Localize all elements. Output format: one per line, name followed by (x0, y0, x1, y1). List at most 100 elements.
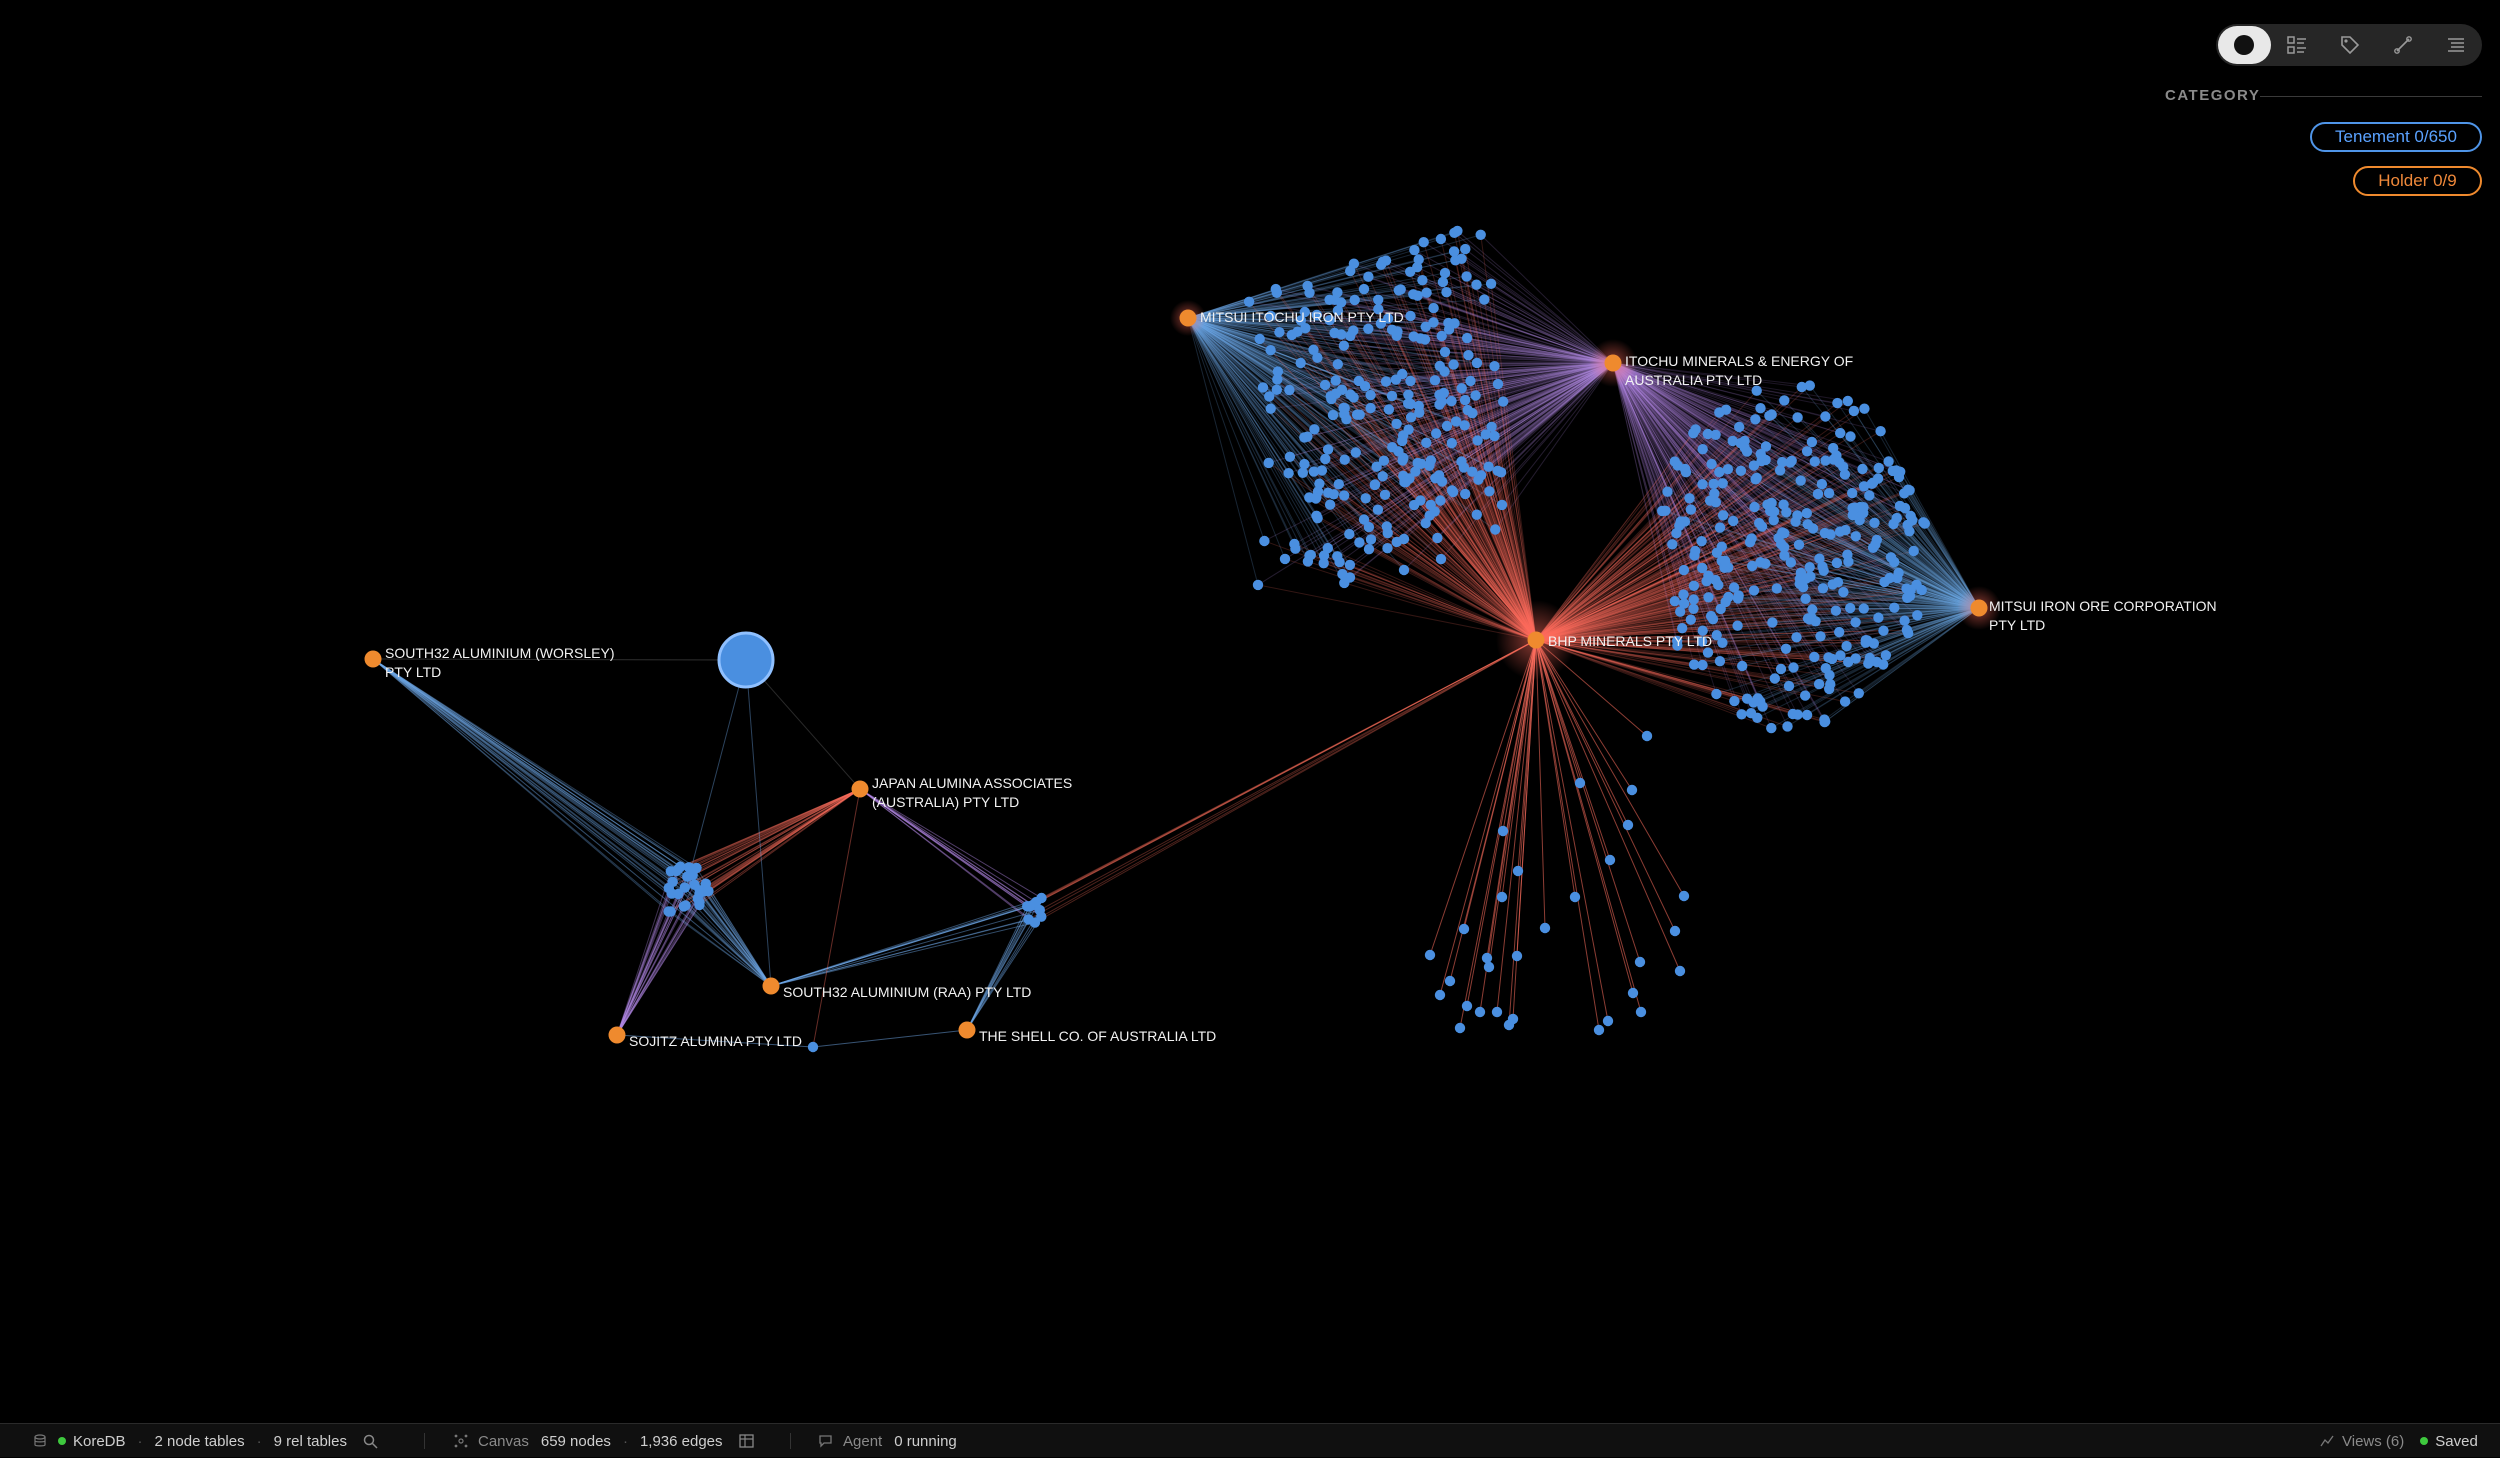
tenement-node[interactable] (1440, 347, 1450, 357)
tenement-node[interactable] (1842, 550, 1852, 560)
tenement-node[interactable] (1387, 391, 1397, 401)
graph-view-button[interactable] (2218, 26, 2271, 64)
tenement-node[interactable] (1703, 571, 1713, 581)
tenement-node[interactable] (1803, 519, 1813, 529)
tenement-node[interactable] (1417, 275, 1427, 285)
graph-canvas[interactable]: MITSUI ITOCHU IRON PTY LTDITOCHU MINERAL… (0, 0, 2500, 1420)
tenement-node[interactable] (1365, 390, 1375, 400)
tenement-node[interactable] (1636, 1007, 1646, 1017)
tenement-node[interactable] (1792, 412, 1802, 422)
search-icon[interactable] (363, 1434, 378, 1449)
tenement-node[interactable] (1504, 1020, 1514, 1030)
tenement-node[interactable] (1370, 480, 1380, 490)
tenement-node[interactable] (1329, 328, 1339, 338)
tenement-node[interactable] (1304, 550, 1314, 560)
tenement-node[interactable] (1258, 382, 1268, 392)
tenement-node[interactable] (1323, 444, 1333, 454)
tenement-node[interactable] (1287, 330, 1297, 340)
views-button[interactable]: Views (6) (2342, 1433, 2404, 1450)
tenement-node[interactable] (1339, 578, 1349, 588)
tenement-node[interactable] (1419, 237, 1429, 247)
tenement-node[interactable] (1750, 414, 1760, 424)
tenement-node[interactable] (1715, 522, 1725, 532)
tenement-node[interactable] (1470, 390, 1480, 400)
tenement-node[interactable] (1421, 322, 1431, 332)
tenement-node[interactable] (1605, 855, 1615, 865)
tenement-node[interactable] (1850, 617, 1860, 627)
tenement-node[interactable] (1391, 419, 1401, 429)
tenement-node[interactable] (1479, 294, 1489, 304)
holder-filter-pill[interactable]: Holder 0/9 (2353, 166, 2482, 196)
tenement-node[interactable] (1713, 580, 1723, 590)
tenement-node[interactable] (1460, 244, 1470, 254)
table-view-button[interactable] (2271, 24, 2324, 66)
tenement-node[interactable] (1714, 407, 1724, 417)
tag-button[interactable] (2324, 24, 2377, 66)
tenement-node[interactable] (1667, 539, 1677, 549)
tenement-node[interactable] (1854, 688, 1864, 698)
tenement-node[interactable] (1670, 596, 1680, 606)
tenement-node[interactable] (1332, 287, 1342, 297)
tenement-node[interactable] (1736, 466, 1746, 476)
holder-node[interactable] (1971, 600, 1988, 617)
tenement-node[interactable] (1399, 477, 1409, 487)
tenement-node[interactable] (1689, 594, 1699, 604)
tenement-node[interactable] (1456, 254, 1466, 264)
tenement-node[interactable] (1845, 603, 1855, 613)
tenement-node[interactable] (1380, 490, 1390, 500)
tenement-node[interactable] (1493, 379, 1503, 389)
tenement-node[interactable] (1815, 631, 1825, 641)
tenement-node[interactable] (1314, 479, 1324, 489)
tenement-node[interactable] (1426, 500, 1436, 510)
tenement-node[interactable] (1903, 628, 1913, 638)
tenement-node[interactable] (1677, 623, 1687, 633)
tenement-node[interactable] (1312, 513, 1322, 523)
holder-node[interactable] (959, 1022, 976, 1039)
tenement-node[interactable] (1737, 661, 1747, 671)
tenement-node[interactable] (1698, 444, 1708, 454)
tenement-node[interactable] (1436, 554, 1446, 564)
tenement-node[interactable] (1023, 914, 1033, 924)
tenement-node[interactable] (1670, 926, 1680, 936)
tenement-node[interactable] (1824, 488, 1834, 498)
tenement-node[interactable] (1465, 376, 1475, 386)
tenement-node[interactable] (1904, 526, 1914, 536)
tenement-node[interactable] (1430, 473, 1440, 483)
tenement-node[interactable] (1460, 489, 1470, 499)
tenement-node[interactable] (1359, 284, 1369, 294)
tenement-node[interactable] (1449, 228, 1459, 238)
tenement-node[interactable] (1036, 912, 1046, 922)
tenement-node[interactable] (1820, 411, 1830, 421)
tenement-node[interactable] (1472, 358, 1482, 368)
tenement-node[interactable] (1486, 279, 1496, 289)
tenement-node[interactable] (1817, 479, 1827, 489)
tenement-node[interactable] (1354, 537, 1364, 547)
tenement-node[interactable] (1781, 644, 1791, 654)
tenement-node[interactable] (1679, 598, 1689, 608)
tenement-node[interactable] (1338, 403, 1348, 413)
tenement-node[interactable] (1449, 246, 1459, 256)
tenement-node[interactable] (1903, 485, 1913, 495)
tenement-node[interactable] (1814, 679, 1824, 689)
tenement-node[interactable] (1339, 341, 1349, 351)
tenement-node[interactable] (1440, 268, 1450, 278)
tenement-node[interactable] (1873, 613, 1883, 623)
tenement-node[interactable] (1767, 617, 1777, 627)
tenement-node[interactable] (1831, 606, 1841, 616)
tenement-node[interactable] (1490, 524, 1500, 534)
tenement-node[interactable] (1384, 404, 1394, 414)
tenement-node[interactable] (1881, 650, 1891, 660)
tenement-node-selected[interactable] (719, 633, 773, 687)
holder-node[interactable] (1605, 355, 1622, 372)
tenement-node[interactable] (1312, 353, 1322, 363)
tenement-node[interactable] (1482, 953, 1492, 963)
tenement-node[interactable] (1442, 421, 1452, 431)
tenement-node[interactable] (1426, 455, 1436, 465)
tenement-node[interactable] (1497, 500, 1507, 510)
tenement-node[interactable] (1364, 544, 1374, 554)
tenement-node[interactable] (1688, 604, 1698, 614)
tenement-node[interactable] (1909, 546, 1919, 556)
tenement-node[interactable] (1886, 552, 1896, 562)
tenement-node[interactable] (1298, 468, 1308, 478)
tenement-node[interactable] (1875, 426, 1885, 436)
